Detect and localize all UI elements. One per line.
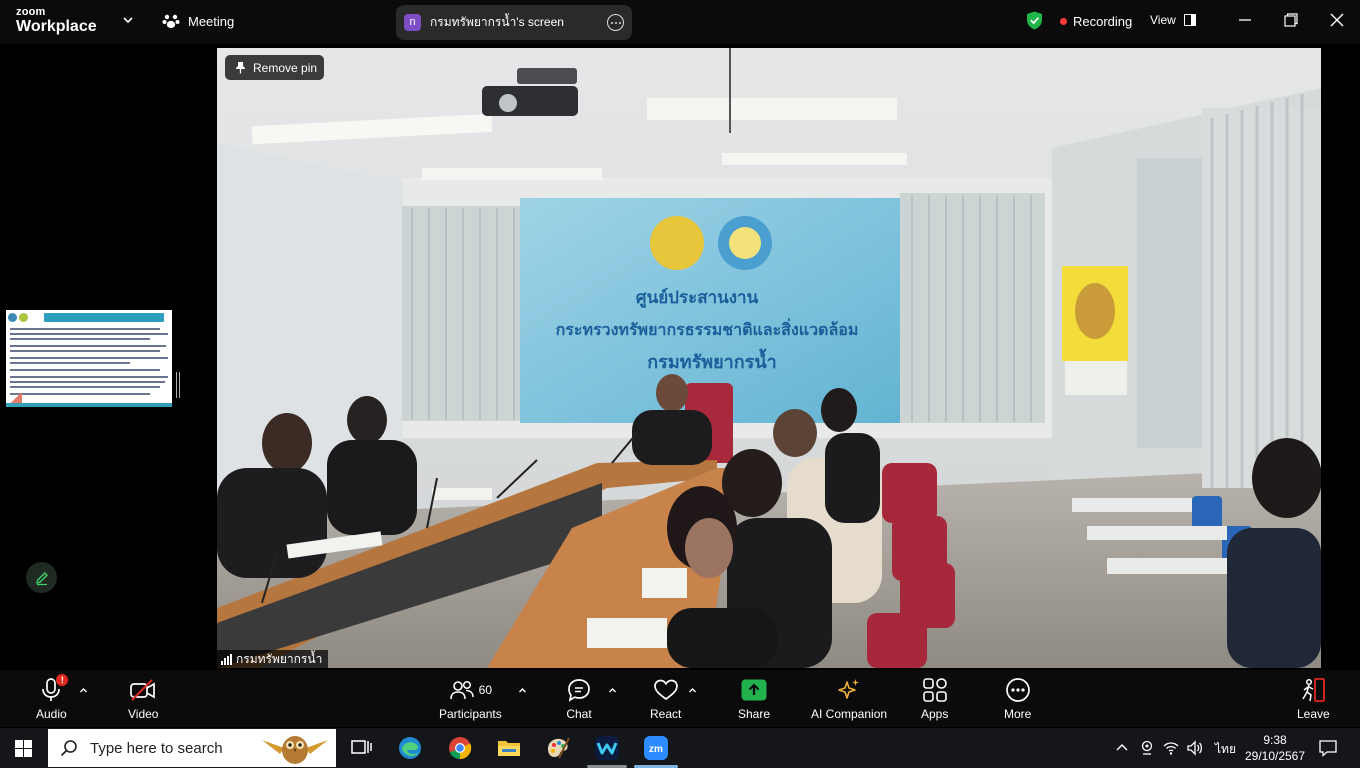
- apps-button[interactable]: Apps: [921, 676, 948, 721]
- task-view-icon[interactable]: [349, 735, 375, 761]
- leave-button[interactable]: Leave: [1297, 676, 1330, 721]
- pencil-icon: [35, 571, 48, 585]
- participant-name: กรมทรัพยากรน้ำ: [236, 651, 323, 666]
- audio-label: Audio: [36, 707, 67, 721]
- search-icon: [60, 740, 77, 757]
- zoom-workplace-logo[interactable]: zoom Workplace: [16, 7, 97, 35]
- apps-label: Apps: [921, 707, 949, 721]
- meeting-controls: ! Audio Video 60 Participants Chat React…: [0, 670, 1360, 727]
- video-off-icon: [130, 679, 156, 701]
- taskbar-search[interactable]: Type here to search: [48, 729, 336, 767]
- banner-line-3: กรมทรัพยากรน้ำ: [647, 348, 776, 372]
- clock-time: 9:38: [1263, 733, 1287, 747]
- brand-workplace-text: Workplace: [16, 18, 97, 35]
- chat-label: Chat: [566, 707, 592, 721]
- heart-icon: [653, 679, 678, 701]
- audio-warning-badge: !: [56, 674, 69, 686]
- chat-options-caret-icon[interactable]: [608, 686, 617, 695]
- chat-button[interactable]: Chat: [566, 676, 592, 721]
- wifi-icon[interactable]: [1163, 740, 1179, 756]
- video-label: Video: [128, 707, 159, 721]
- more-label: More: [1004, 707, 1032, 721]
- minimize-icon[interactable]: [1237, 12, 1253, 28]
- participants-button[interactable]: 60 Participants: [439, 676, 502, 721]
- chevron-down-icon[interactable]: [122, 14, 134, 26]
- notification-icon[interactable]: [1318, 739, 1338, 757]
- view-layout-icon: [1183, 14, 1196, 26]
- thumbnail-header: [6, 310, 172, 323]
- owl-search-highlight-icon: [262, 736, 328, 764]
- recording-dot-icon: [1060, 18, 1067, 25]
- shared-screen-indicator[interactable]: n กรมทรัพยากรน้ำ's screen: [396, 5, 632, 40]
- windows-start-icon[interactable]: [15, 740, 32, 757]
- more-horizontal-icon[interactable]: [607, 14, 624, 31]
- paint-icon[interactable]: [545, 735, 571, 761]
- audio-button[interactable]: ! Audio: [36, 674, 69, 721]
- video-stage[interactable]: ศูนย์ประสานงาน กระทรวงทรัพยากรธรรมชาติแล…: [217, 48, 1321, 668]
- camera-privacy-icon[interactable]: [1140, 740, 1154, 756]
- windows-taskbar: Type here to search zm ไทย 9:38 29/10/25…: [0, 728, 1360, 768]
- chat-icon: [568, 679, 590, 702]
- clock-date: 29/10/2567: [1244, 749, 1306, 763]
- leave-label: Leave: [1297, 707, 1330, 721]
- svg-text:zm: zm: [649, 744, 663, 755]
- react-options-caret-icon[interactable]: [688, 686, 697, 695]
- shield-check-icon[interactable]: [1026, 11, 1043, 30]
- annotate-button[interactable]: [26, 562, 57, 593]
- input-language-indicator[interactable]: ไทย: [1215, 740, 1236, 759]
- banner-line-1: ศูนย์ประสานงาน: [636, 287, 759, 309]
- meeting-label: Meeting: [188, 13, 235, 29]
- chrome-icon[interactable]: [447, 735, 473, 761]
- paw-icon: [162, 14, 180, 29]
- recording-label: Recording: [1073, 14, 1133, 29]
- sparkle-icon: [838, 679, 860, 699]
- audio-options-caret-icon[interactable]: [79, 686, 88, 695]
- view-menu[interactable]: View: [1150, 13, 1196, 27]
- title-bar: zoom Workplace Meeting n กรมทรัพยากรน้ำ'…: [0, 0, 1360, 44]
- more-icon: [1005, 678, 1030, 702]
- remove-pin-label: Remove pin: [253, 60, 318, 75]
- shared-screen-thumbnail[interactable]: [6, 310, 172, 407]
- panel-resize-handle[interactable]: [176, 372, 180, 398]
- shared-screen-title: กรมทรัพยากรน้ำ's screen: [430, 15, 564, 29]
- banner-line-2: กระทรวงทรัพยากรธรรมชาติและสิ่งแวดล้อม: [556, 318, 859, 339]
- recording-indicator[interactable]: Recording: [1060, 14, 1132, 29]
- leave-icon: [1302, 678, 1326, 702]
- pin-icon: [236, 62, 245, 74]
- share-label: Share: [738, 707, 771, 721]
- meeting-menu[interactable]: Meeting: [162, 12, 234, 30]
- participant-name-tag: กรมทรัพยากรน้ำ: [217, 650, 329, 668]
- maximize-icon[interactable]: [1283, 12, 1299, 28]
- zoom-icon[interactable]: zm: [643, 735, 669, 761]
- signal-strength-icon: [221, 653, 232, 665]
- participants-icon: [449, 680, 474, 700]
- close-icon[interactable]: [1329, 12, 1345, 28]
- view-label: View: [1150, 13, 1176, 27]
- search-placeholder: Type here to search: [90, 739, 223, 757]
- share-button[interactable]: Share: [738, 676, 770, 721]
- more-button[interactable]: More: [1004, 676, 1031, 721]
- participants-count: 60: [478, 683, 493, 697]
- sharer-avatar: n: [404, 14, 421, 31]
- participants-options-caret-icon[interactable]: [518, 686, 527, 695]
- react-button[interactable]: React: [650, 676, 681, 721]
- meeting-room-video: ศูนย์ประสานงาน กระทรวงทรัพยากรธรรมชาติแล…: [217, 48, 1321, 668]
- share-screen-icon: [741, 679, 767, 701]
- edge-icon[interactable]: [397, 735, 423, 761]
- file-explorer-icon[interactable]: [496, 735, 522, 761]
- brand-zoom-text: zoom: [16, 6, 46, 18]
- video-button[interactable]: Video: [128, 676, 158, 721]
- webex-icon[interactable]: [594, 735, 620, 761]
- volume-icon[interactable]: [1186, 740, 1204, 756]
- ai-companion-label: AI Companion: [811, 707, 888, 721]
- system-clock[interactable]: 9:38 29/10/2567: [1242, 732, 1308, 764]
- participants-label: Participants: [439, 707, 502, 721]
- react-label: React: [650, 707, 682, 721]
- ai-companion-button[interactable]: AI Companion: [811, 676, 887, 721]
- remove-pin-button[interactable]: Remove pin: [225, 55, 324, 80]
- apps-icon: [922, 678, 947, 702]
- chevron-up-icon[interactable]: [1115, 741, 1129, 755]
